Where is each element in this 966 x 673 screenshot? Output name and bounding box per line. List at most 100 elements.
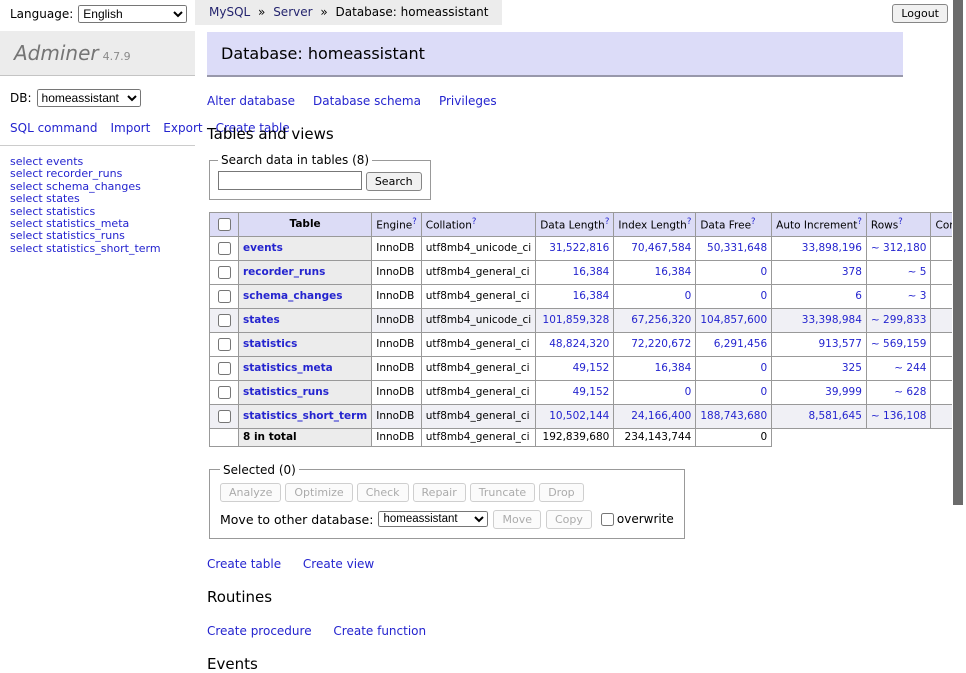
row-checkbox[interactable] xyxy=(218,266,231,279)
rows-estimate-link[interactable]: ~ 136,108 xyxy=(871,410,927,422)
help-icon[interactable]: ? xyxy=(472,217,477,227)
auto-increment-link[interactable]: 378 xyxy=(842,266,862,278)
data-length-link[interactable]: 49,152 xyxy=(573,362,610,374)
row-checkbox[interactable] xyxy=(218,338,231,351)
table-name-link[interactable]: statistics xyxy=(243,338,297,350)
sidebar-action-import[interactable]: Import xyxy=(110,121,150,135)
create-table-link[interactable]: Create table xyxy=(207,557,281,571)
sidebar-item-states[interactable]: select states xyxy=(10,193,191,205)
subnav-alter-database[interactable]: Alter database xyxy=(207,94,295,108)
sidebar-item-recorder_runs[interactable]: select recorder_runs xyxy=(10,168,191,180)
index-length-link[interactable]: 16,384 xyxy=(655,266,692,278)
index-length-link[interactable]: 24,166,400 xyxy=(631,410,691,422)
tables-and-views-heading: Tables and views xyxy=(207,125,952,143)
table-name-link[interactable]: statistics_short_term xyxy=(243,410,367,422)
scrollbar-thumb[interactable] xyxy=(953,0,963,505)
analyze-button[interactable]: Analyze xyxy=(220,483,281,502)
truncate-button[interactable]: Truncate xyxy=(470,483,535,502)
optimize-button[interactable]: Optimize xyxy=(285,483,352,502)
data-length-link[interactable]: 101,859,328 xyxy=(543,314,610,326)
data-free-link[interactable]: 6,291,456 xyxy=(714,338,767,350)
help-icon[interactable]: ? xyxy=(857,217,862,227)
auto-increment-link[interactable]: 6 xyxy=(855,290,862,302)
table-name-link[interactable]: statistics_runs xyxy=(243,386,329,398)
rows-estimate-cell: ~ 299,833 xyxy=(866,308,931,332)
search-input[interactable] xyxy=(218,171,362,190)
table-name-link[interactable]: statistics_meta xyxy=(243,362,333,374)
create-function-link[interactable]: Create function xyxy=(333,624,426,638)
rows-estimate-link[interactable]: ~ 3 xyxy=(908,290,927,302)
data-length-link[interactable]: 48,824,320 xyxy=(549,338,609,350)
row-checkbox[interactable] xyxy=(218,362,231,375)
help-icon[interactable]: ? xyxy=(751,217,756,227)
db-select[interactable]: homeassistant xyxy=(37,89,141,107)
data-free-link[interactable]: 0 xyxy=(760,290,767,302)
rows-estimate-link[interactable]: ~ 569,159 xyxy=(871,338,927,350)
auto-increment-link[interactable]: 33,398,984 xyxy=(802,314,862,326)
row-checkbox[interactable] xyxy=(218,314,231,327)
data-free-cell: 6,291,456 xyxy=(696,332,772,356)
help-icon[interactable]: ? xyxy=(687,217,692,227)
table-name-link[interactable]: states xyxy=(243,314,280,326)
sidebar-action-sql-command[interactable]: SQL command xyxy=(10,121,97,135)
data-length-link[interactable]: 16,384 xyxy=(573,290,610,302)
data-length-link[interactable]: 49,152 xyxy=(573,386,610,398)
language-select[interactable]: English xyxy=(78,5,187,23)
rows-estimate-link[interactable]: ~ 299,833 xyxy=(871,314,927,326)
drop-button[interactable]: Drop xyxy=(539,483,583,502)
breadcrumb-link-server[interactable]: Server xyxy=(273,5,312,19)
index-length-link[interactable]: 72,220,672 xyxy=(631,338,691,350)
row-checkbox[interactable] xyxy=(218,242,231,255)
auto-increment-link[interactable]: 913,577 xyxy=(819,338,862,350)
index-length-link[interactable]: 70,467,584 xyxy=(631,242,691,254)
create-procedure-link[interactable]: Create procedure xyxy=(207,624,312,638)
index-length-link[interactable]: 0 xyxy=(685,386,692,398)
row-checkbox[interactable] xyxy=(218,410,231,423)
auto-increment-link[interactable]: 33,898,196 xyxy=(802,242,862,254)
table-name-link[interactable]: recorder_runs xyxy=(243,266,325,278)
repair-button[interactable]: Repair xyxy=(413,483,466,502)
breadcrumb-link-mysql[interactable]: MySQL xyxy=(209,5,250,19)
data-length-link[interactable]: 10,502,144 xyxy=(549,410,609,422)
index-length-link[interactable]: 16,384 xyxy=(655,362,692,374)
help-icon[interactable]: ? xyxy=(605,217,610,227)
logout-button[interactable]: Logout xyxy=(892,4,948,23)
rows-estimate-link[interactable]: ~ 5 xyxy=(908,266,927,278)
rows-estimate-cell: ~ 628 xyxy=(866,380,931,404)
collation-cell: utf8mb4_general_ci xyxy=(421,260,535,284)
help-icon[interactable]: ? xyxy=(898,217,903,227)
auto-increment-link[interactable]: 325 xyxy=(842,362,862,374)
index-length-link[interactable]: 67,256,320 xyxy=(631,314,691,326)
table-name-link[interactable]: events xyxy=(243,242,283,254)
sidebar-item-statistics_runs[interactable]: select statistics_runs xyxy=(10,230,191,242)
subnav-privileges[interactable]: Privileges xyxy=(439,94,497,108)
data-free-link[interactable]: 50,331,648 xyxy=(707,242,767,254)
data-length-link[interactable]: 31,522,816 xyxy=(549,242,609,254)
data-free-link[interactable]: 0 xyxy=(760,362,767,374)
rows-estimate-link[interactable]: ~ 312,180 xyxy=(871,242,927,254)
move-button[interactable]: Move xyxy=(493,510,541,529)
move-database-select[interactable]: homeassistant xyxy=(378,511,488,527)
search-button[interactable]: Search xyxy=(366,172,422,191)
rows-estimate-link[interactable]: ~ 244 xyxy=(894,362,926,374)
check-button[interactable]: Check xyxy=(357,483,409,502)
data-free-link[interactable]: 104,857,600 xyxy=(700,314,767,326)
table-name-link[interactable]: schema_changes xyxy=(243,290,343,302)
row-checkbox[interactable] xyxy=(218,386,231,399)
data-free-link[interactable]: 0 xyxy=(760,386,767,398)
row-checkbox[interactable] xyxy=(218,290,231,303)
sidebar-item-statistics_short_term[interactable]: select statistics_short_term xyxy=(10,243,191,255)
data-length-link[interactable]: 16,384 xyxy=(573,266,610,278)
copy-button[interactable]: Copy xyxy=(546,510,592,529)
auto-increment-link[interactable]: 8,581,645 xyxy=(808,410,861,422)
index-length-link[interactable]: 0 xyxy=(685,290,692,302)
select-all-checkbox[interactable] xyxy=(218,218,231,231)
rows-estimate-link[interactable]: ~ 628 xyxy=(894,386,926,398)
create-view-link[interactable]: Create view xyxy=(303,557,374,571)
auto-increment-link[interactable]: 39,999 xyxy=(825,386,862,398)
help-icon[interactable]: ? xyxy=(412,217,417,227)
overwrite-checkbox[interactable] xyxy=(601,513,614,526)
data-free-link[interactable]: 0 xyxy=(760,266,767,278)
subnav-database-schema[interactable]: Database schema xyxy=(313,94,421,108)
data-free-link[interactable]: 188,743,680 xyxy=(700,410,767,422)
